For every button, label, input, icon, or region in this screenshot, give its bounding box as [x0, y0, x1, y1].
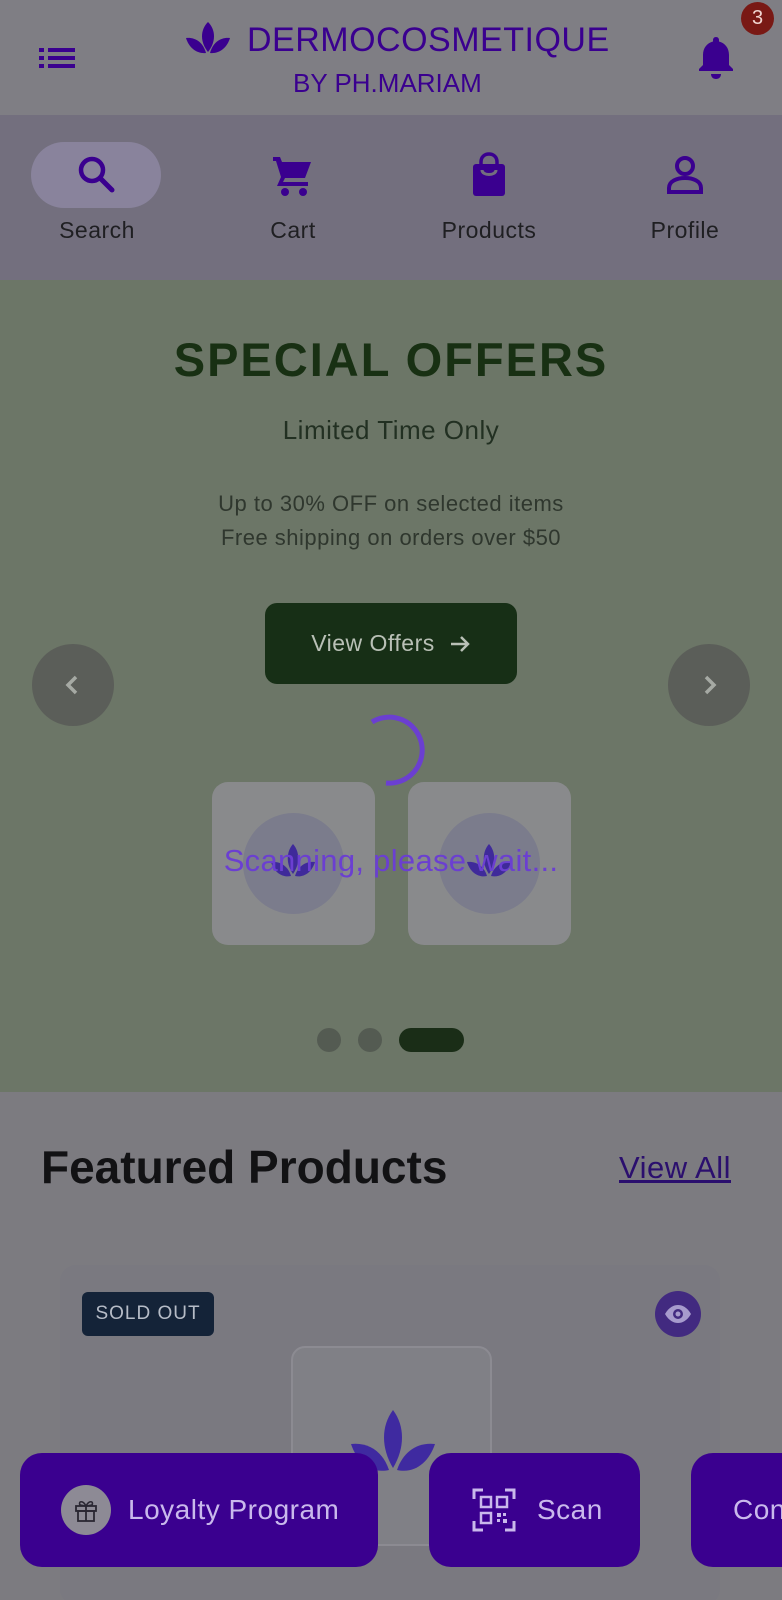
carousel-dot[interactable]	[358, 1028, 382, 1052]
featured-products-title: Featured Products	[41, 1141, 448, 1193]
loyalty-program-label: Loyalty Program	[128, 1494, 340, 1525]
shopping-bag-icon	[473, 152, 505, 196]
nav-label-search: Search	[59, 217, 135, 243]
view-all-link[interactable]: View All	[619, 1150, 731, 1186]
chevron-left-icon	[65, 675, 78, 695]
search-icon	[78, 156, 115, 193]
carousel-dot-active[interactable]	[399, 1028, 464, 1052]
scan-button[interactable]: Scan	[429, 1453, 640, 1567]
qr-code-scan-icon	[472, 1488, 516, 1532]
sold-out-badge: SOLD OUT	[82, 1292, 214, 1336]
contact-button[interactable]: Con	[691, 1453, 782, 1567]
app-header: DERMOCOSMETIQUE BY PH.MARIAM 3	[0, 0, 782, 115]
hero-subtitle: Limited Time Only	[282, 415, 500, 445]
eye-icon	[665, 1305, 691, 1323]
chevron-right-icon	[704, 675, 717, 695]
bell-icon[interactable]	[696, 34, 736, 80]
nav-label-profile: Profile	[650, 217, 720, 243]
scan-label: Scan	[537, 1494, 603, 1525]
loyalty-program-button[interactable]: Loyalty Program	[20, 1453, 378, 1567]
view-offers-label: View Offers	[311, 630, 435, 656]
brand: DERMOCOSMETIQUE BY PH.MARIAM	[185, 16, 609, 100]
carousel-prev-button[interactable]	[32, 644, 114, 726]
cart-icon	[273, 157, 311, 196]
nav-item-profile[interactable]: Profile	[600, 115, 770, 280]
contact-label: Con	[733, 1494, 782, 1525]
loading-message: Scanning, please wait...	[223, 843, 559, 878]
view-offers-button[interactable]: View Offers	[265, 603, 517, 684]
hero-title: SPECIAL OFFERS	[173, 333, 609, 386]
quick-view-button[interactable]	[655, 1291, 701, 1337]
nav-label-products: Products	[441, 217, 537, 243]
hero-offer-line: Up to 30% OFF on selected items	[218, 491, 564, 516]
carousel-indicators	[317, 1027, 467, 1053]
nav-item-search[interactable]: Search	[12, 115, 182, 280]
nav-item-products[interactable]: Products	[404, 115, 574, 280]
top-navigation: Search Cart Products Profile	[0, 115, 782, 280]
carousel-next-button[interactable]	[668, 644, 750, 726]
nav-label-cart: Cart	[270, 217, 316, 243]
loading-spinner-icon	[370, 714, 425, 786]
nav-item-cart[interactable]: Cart	[208, 115, 378, 280]
gift-icon	[75, 1500, 97, 1522]
carousel-dot[interactable]	[317, 1028, 341, 1052]
lotus-leaf-logo-icon	[186, 22, 230, 54]
gift-icon-circle	[61, 1485, 111, 1535]
brand-title: DERMOCOSMETIQUE	[247, 21, 610, 59]
list-menu-icon[interactable]	[37, 42, 77, 74]
person-icon	[667, 156, 703, 194]
notification-badge: 3	[741, 2, 774, 35]
special-offers-banner: SPECIAL OFFERS Limited Time Only Up to 3…	[0, 280, 782, 1092]
hero-shipping-line: Free shipping on orders over $50	[220, 525, 562, 550]
brand-subtitle: BY PH.MARIAM	[293, 68, 482, 98]
arrow-right-icon	[450, 635, 470, 652]
